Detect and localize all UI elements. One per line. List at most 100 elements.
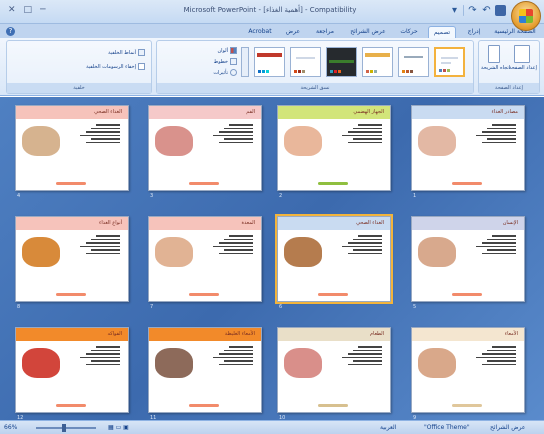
slide-image (155, 237, 193, 267)
slide-text-block (80, 124, 120, 145)
slide-thumbnail[interactable]: الغذاء الصحي (15, 105, 129, 191)
theme-fonts-button[interactable]: خطوط (214, 58, 237, 65)
theme-flow[interactable] (254, 47, 285, 77)
slide-title: الإنسان (412, 217, 524, 230)
slide-footer-bar (189, 182, 219, 185)
slide-text-block (476, 124, 516, 145)
theme-civic[interactable] (362, 47, 393, 77)
slide-thumbnail[interactable]: الأمعاء (411, 327, 525, 413)
slide-footer-bar (452, 182, 482, 185)
slide-image (418, 126, 456, 156)
fonts-icon (230, 58, 237, 65)
slide-number: 6 (279, 304, 283, 310)
slide-thumbnail[interactable]: الفم (148, 105, 262, 191)
theme-colors-label: ألوان (217, 47, 228, 54)
undo-icon[interactable]: ↶ (481, 5, 492, 16)
slide-number: 8 (17, 304, 21, 310)
slide-image (22, 126, 60, 156)
slide-image (284, 348, 322, 378)
theme-effects-button[interactable]: تأثيرات (213, 69, 237, 76)
office-button[interactable] (511, 1, 541, 31)
theme-equity[interactable] (290, 47, 321, 77)
theme-bar (257, 53, 282, 57)
slide-title: الأمعاء الغليظة (149, 328, 261, 341)
dropdown-icon[interactable]: ▾ (449, 5, 460, 16)
page-setup-icon (514, 45, 530, 63)
tab-animations[interactable]: حركات (396, 26, 422, 38)
slide-number: 4 (17, 193, 21, 199)
slide-thumbnail[interactable]: الغذاء الصحي (275, 214, 393, 304)
slide-thumbnail[interactable]: مصادر الغذاء (411, 105, 525, 191)
theme-line (441, 57, 458, 59)
theme-line (404, 56, 423, 58)
orientation-label: اتجاه الشريحة (481, 65, 511, 71)
themes-group-label: نسق الشريحة (157, 83, 473, 93)
slide-thumbnail[interactable]: المعدة (148, 216, 262, 302)
restore-window-button[interactable]: □ (24, 5, 33, 15)
slide-thumbnail[interactable]: الطعام (277, 327, 391, 413)
slide-footer-bar (452, 404, 482, 407)
colors-icon (230, 47, 237, 54)
slide-title: مصادر الغذاء (412, 106, 524, 119)
slide-text-block (342, 346, 382, 367)
theme-swatches (439, 69, 450, 72)
minimize-window-button[interactable]: ─ (40, 5, 45, 15)
zoom-label[interactable]: 66% (4, 424, 17, 431)
background-styles-label: أنماط الخلفية (108, 49, 136, 56)
theme-colors-button[interactable]: ألوان (217, 47, 237, 54)
theme-office[interactable] (434, 47, 465, 77)
slide-text-block (80, 235, 120, 256)
title-bar: ✕ □ ─ Microsoft PowerPoint - [ﺃﻫﻤﻴﺔ ﺍﻟﻐﺬ… (0, 0, 544, 24)
slide-text-block (476, 346, 516, 367)
page-setup-group-label: إعداد الصفحة (479, 83, 539, 93)
gallery-scroll[interactable] (241, 47, 249, 77)
slide-title: الغذاء الصحي (16, 106, 128, 119)
tab-review[interactable]: مراجعة (310, 26, 340, 38)
slide-orientation-button[interactable]: اتجاه الشريحة (481, 45, 511, 71)
theme-aspect[interactable] (398, 47, 429, 77)
slide-image (284, 237, 322, 267)
slide-thumbnail[interactable]: الأمعاء الغليظة (148, 327, 262, 413)
hide-background-graphics-checkbox[interactable]: إخفاء الرسومات الخلفية (86, 63, 145, 70)
hide-background-label: إخفاء الرسومات الخلفية (86, 63, 136, 70)
slide-text-block (342, 235, 382, 256)
tab-insert[interactable]: إدراج (462, 26, 486, 38)
ribbon: إعداد الصفحة اتجاه الشريحة إعداد الصفحة (0, 38, 544, 96)
slide-footer-bar (189, 404, 219, 407)
zoom-slider[interactable] (36, 427, 96, 429)
slide-text-block (80, 346, 120, 367)
slide-thumbnail[interactable]: أنواع الغذاء (15, 216, 129, 302)
tab-view[interactable]: عرض (282, 26, 304, 38)
slide-footer-bar (189, 293, 219, 296)
slide-thumbnail[interactable]: الإنسان (411, 216, 525, 302)
effects-icon (230, 69, 237, 76)
slide-sorter: مصادر الغذاء 1 الجهاز الهضمي 2 الفم 3 الغذاء ا… (0, 97, 544, 420)
tab-acrobat[interactable]: Acrobat (244, 26, 276, 38)
language-indicator: العربية (380, 424, 397, 431)
redo-icon[interactable]: ↷ (467, 5, 478, 16)
background-group-label: خلفية (7, 83, 151, 93)
background-styles-button[interactable]: أنماط الخلفية (108, 49, 145, 56)
close-window-button[interactable]: ✕ (8, 5, 16, 15)
view-buttons[interactable]: ▦ ▭ ▣ (108, 424, 129, 431)
slide-footer-bar (56, 293, 86, 296)
tab-design[interactable]: تصميم (428, 26, 456, 38)
slide-thumbnail[interactable]: الفواكه (15, 327, 129, 413)
slide-footer-bar (318, 404, 348, 407)
slide-footer-bar (318, 182, 348, 185)
theme-indicator: "Office Theme" (424, 424, 470, 431)
slide-thumbnail[interactable]: الجهاز الهضمي (277, 105, 391, 191)
help-icon[interactable]: ? (6, 27, 15, 36)
slide-title: الأمعاء (412, 328, 524, 341)
office-logo-icon (519, 9, 533, 23)
save-icon[interactable] (495, 5, 506, 16)
zoom-slider-handle[interactable] (62, 424, 66, 432)
theme-swatches (258, 70, 269, 73)
slide-number: 2 (279, 193, 283, 199)
slide-title: الفواكه (16, 328, 128, 341)
theme-concourse[interactable] (326, 47, 357, 77)
slide-title: الفم (149, 106, 261, 119)
tab-slideshow[interactable]: عرض الشرائح (346, 26, 390, 38)
theme-bar (329, 60, 354, 63)
page-setup-button[interactable]: إعداد الصفحة (509, 45, 537, 71)
